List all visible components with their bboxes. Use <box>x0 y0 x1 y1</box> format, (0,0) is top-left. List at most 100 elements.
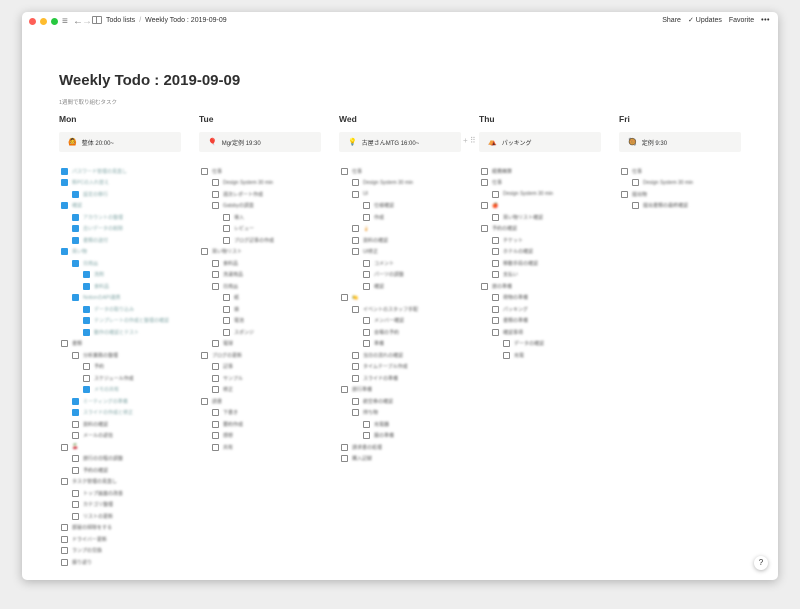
todo-text[interactable]: 新PCの入れ替え <box>72 179 109 186</box>
share-button[interactable]: Share <box>662 17 681 24</box>
todo-text[interactable]: 支払い <box>503 271 518 278</box>
todo-checkbox[interactable] <box>61 558 68 566</box>
todo-text[interactable]: 書類 <box>72 340 82 347</box>
todo-checkbox[interactable] <box>341 167 348 175</box>
todo-text[interactable]: 移動手段の確認 <box>503 260 538 267</box>
todo-checkbox[interactable] <box>223 225 230 232</box>
todo-text[interactable]: ドライバー更新 <box>72 536 107 543</box>
todo-checkbox[interactable] <box>352 190 359 198</box>
todo-text[interactable]: 提出書類の最終確認 <box>643 202 688 209</box>
breadcrumb-current-page[interactable]: Weekly Todo : 2019-09-09 <box>145 17 226 24</box>
todo-text[interactable]: 導入 <box>234 214 244 221</box>
todo-checkbox[interactable] <box>212 282 219 290</box>
todo-checkbox[interactable] <box>492 328 499 336</box>
todo-checkbox[interactable] <box>61 248 68 255</box>
todo-checkbox[interactable] <box>212 259 219 267</box>
todo-checkbox[interactable] <box>632 179 639 186</box>
todo-text[interactable]: 🍋 <box>352 295 358 301</box>
todo-checkbox[interactable] <box>341 443 348 451</box>
todo-text[interactable]: 日用品 <box>83 260 98 267</box>
todo-checkbox[interactable] <box>352 374 359 382</box>
todo-checkbox[interactable] <box>503 340 510 347</box>
todo-checkbox[interactable] <box>72 512 79 520</box>
todo-checkbox[interactable] <box>201 167 208 175</box>
todo-checkbox[interactable] <box>83 363 90 370</box>
todo-checkbox[interactable] <box>352 351 359 359</box>
updates-button[interactable]: ✓ Updates <box>688 16 722 24</box>
todo-text[interactable]: 部屋の掃除をする <box>72 524 112 531</box>
todo-text[interactable]: 🍦 <box>363 226 369 232</box>
todo-checkbox[interactable] <box>363 317 370 324</box>
todo-checkbox[interactable] <box>61 443 68 451</box>
todo-text[interactable]: 会場の予約 <box>374 329 399 336</box>
todo-text[interactable]: 感想 <box>223 432 233 439</box>
todo-checkbox[interactable] <box>72 236 79 244</box>
page-title[interactable]: Weekly Todo : 2019-09-09 <box>59 72 240 89</box>
todo-text[interactable]: 振り返り <box>72 559 92 566</box>
todo-checkbox[interactable] <box>341 386 348 393</box>
todo-checkbox[interactable] <box>341 455 348 462</box>
todo-checkbox[interactable] <box>481 179 488 186</box>
todo-checkbox[interactable] <box>72 466 79 474</box>
todo-checkbox[interactable] <box>72 420 79 428</box>
todo-checkbox[interactable] <box>492 236 499 244</box>
todo-checkbox[interactable] <box>72 432 79 439</box>
todo-checkbox[interactable] <box>212 190 219 198</box>
todo-checkbox[interactable] <box>61 179 68 186</box>
todo-text[interactable]: パーツの調整 <box>374 271 404 278</box>
todo-text[interactable]: Design System 30 min <box>643 180 693 186</box>
todo-text[interactable]: 仕事 <box>352 168 362 175</box>
todo-checkbox[interactable] <box>61 478 68 485</box>
todo-checkbox[interactable] <box>61 167 68 175</box>
todo-text[interactable]: タスク管理の見直し <box>72 478 117 485</box>
todo-text[interactable]: ミーティングの準備 <box>83 398 128 405</box>
todo-text[interactable]: 買い物 <box>72 248 87 255</box>
todo-text[interactable]: Design System 30 min <box>223 180 273 186</box>
close-window-button[interactable] <box>29 18 36 25</box>
todo-text[interactable]: メモの共有 <box>94 386 119 393</box>
todo-text[interactable]: 旅行の日程の調整 <box>83 455 123 462</box>
todo-text[interactable]: データの取り込み <box>94 306 134 313</box>
todo-checkbox[interactable] <box>341 294 348 301</box>
todo-text[interactable]: スライドの作成と修正 <box>83 409 133 416</box>
todo-text[interactable]: 経費精算 <box>492 168 512 175</box>
todo-text[interactable]: 紙 <box>234 294 239 301</box>
breadcrumb-parent-link[interactable]: Todo lists <box>106 17 135 24</box>
todo-checkbox[interactable] <box>212 432 219 439</box>
todo-text[interactable]: 仕事 <box>492 179 502 186</box>
todo-checkbox[interactable] <box>481 282 488 290</box>
todo-checkbox[interactable] <box>72 455 79 462</box>
todo-text[interactable]: 読書 <box>212 398 222 405</box>
todo-checkbox[interactable] <box>212 420 219 428</box>
todo-text[interactable]: 買い物リスト確認 <box>503 214 543 221</box>
todo-text[interactable]: 記事 <box>223 363 233 370</box>
todo-text[interactable]: データの確認 <box>514 340 544 347</box>
todo-text[interactable]: 洗濯用品 <box>223 271 243 278</box>
todo-text[interactable]: 旅の準備 <box>492 283 512 290</box>
callout-tue[interactable]: 🎈 Mgr定例 19:30 <box>199 132 321 152</box>
todo-text[interactable]: 週次レポート作成 <box>223 191 263 198</box>
callout-wed[interactable]: 💡 古屋さんMTG 16:00~ <box>339 132 461 152</box>
todo-checkbox[interactable] <box>363 432 370 439</box>
more-options-button[interactable]: ••• <box>761 17 770 24</box>
todo-checkbox[interactable] <box>72 259 79 267</box>
todo-text[interactable]: ホテルの確認 <box>503 248 533 255</box>
todo-text[interactable]: コメント <box>374 260 394 267</box>
todo-text[interactable]: 確認事項 <box>503 329 523 336</box>
todo-text[interactable]: ブログ記事の作成 <box>234 237 274 244</box>
todo-text[interactable]: ランプの交換 <box>72 547 102 554</box>
day-heading-fri[interactable]: Fri <box>619 114 630 124</box>
todo-checkbox[interactable] <box>481 167 488 175</box>
todo-checkbox[interactable] <box>223 317 230 324</box>
todo-text[interactable]: レビュー <box>234 225 254 232</box>
todo-text[interactable]: サンプル <box>223 375 243 382</box>
todo-checkbox[interactable] <box>621 190 628 198</box>
todo-checkbox[interactable] <box>61 202 68 209</box>
todo-checkbox[interactable] <box>212 179 219 186</box>
todo-text[interactable]: スライドの準備 <box>363 375 398 382</box>
todo-text[interactable]: 仕事 <box>212 168 222 175</box>
todo-checkbox[interactable] <box>492 271 499 278</box>
todo-checkbox[interactable] <box>72 397 79 405</box>
todo-checkbox[interactable] <box>352 236 359 244</box>
todo-text[interactable]: Design System 30 min <box>503 191 553 197</box>
